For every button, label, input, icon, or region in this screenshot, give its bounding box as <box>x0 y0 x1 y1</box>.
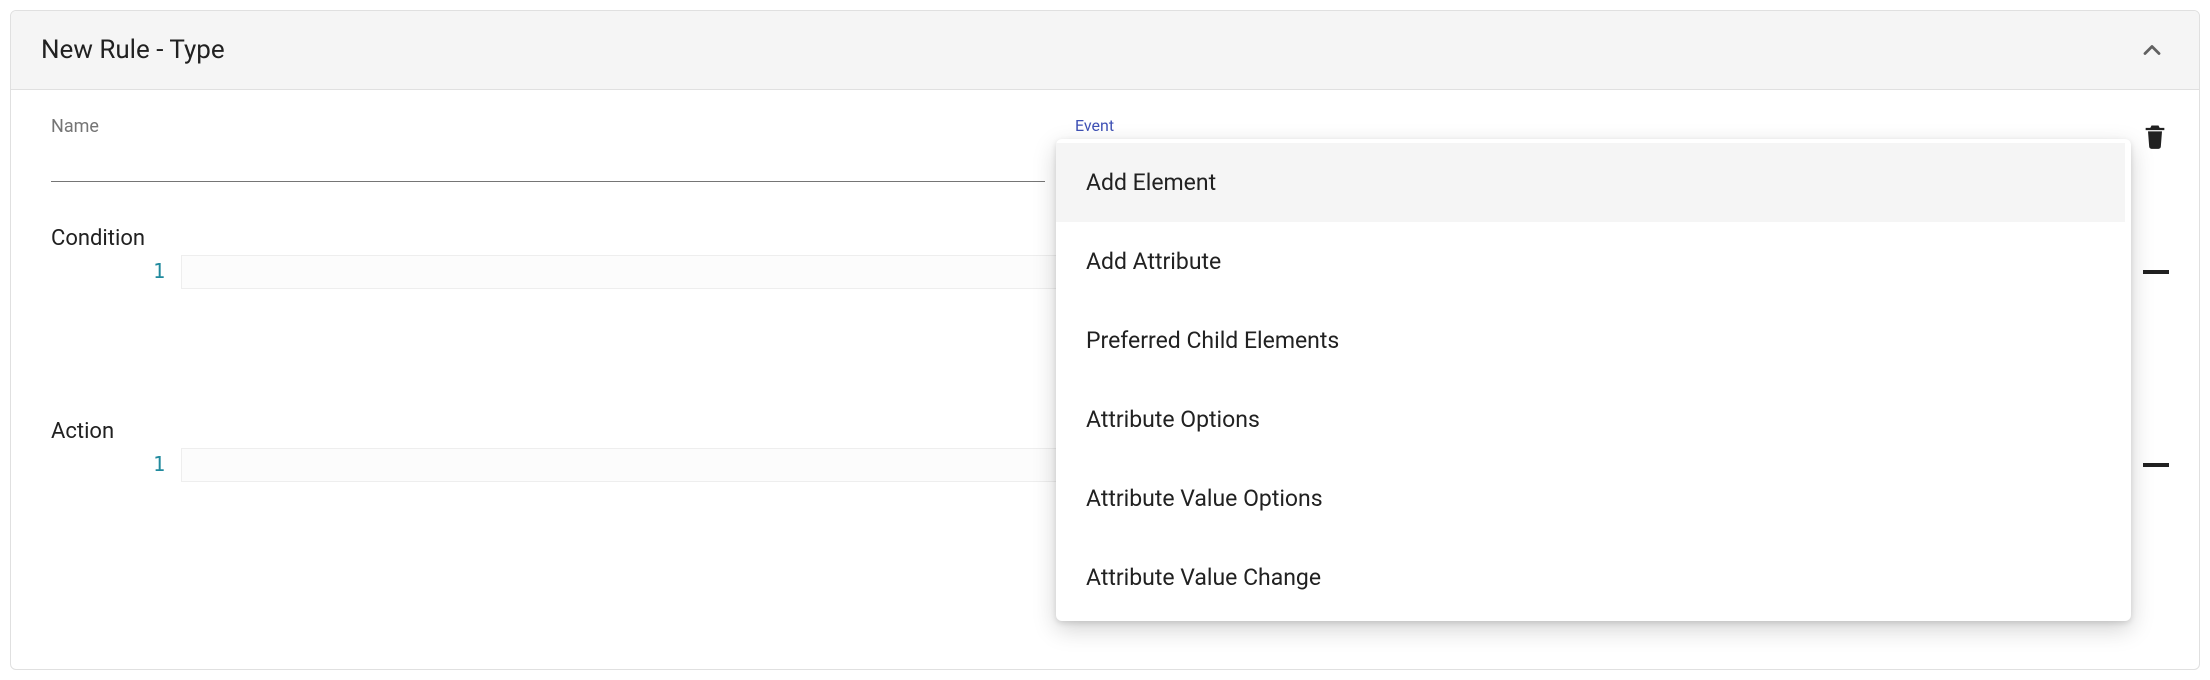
name-label: Name <box>51 116 1045 137</box>
condition-line-number: 1 <box>51 255 181 289</box>
card-title: New Rule - Type <box>41 35 225 65</box>
event-option[interactable]: Add Element <box>1056 143 2125 222</box>
event-option[interactable]: Attribute Options <box>1056 380 2125 459</box>
minus-icon <box>2143 270 2169 274</box>
event-option[interactable]: Preferred Child Elements <box>1056 301 2125 380</box>
event-label: Event <box>1075 116 2069 135</box>
minus-icon <box>2143 463 2169 467</box>
event-dropdown: Add ElementAdd AttributePreferred Child … <box>1056 139 2131 621</box>
event-option[interactable]: Attribute Value Options <box>1056 459 2125 538</box>
trash-icon[interactable] <box>2141 122 2169 150</box>
event-dropdown-list[interactable]: Add ElementAdd AttributePreferred Child … <box>1056 139 2125 621</box>
action-line-number: 1 <box>51 448 181 482</box>
collapse-icon[interactable] <box>2135 33 2169 67</box>
name-input[interactable] <box>51 139 1045 182</box>
event-option[interactable]: Attribute Value Change <box>1056 538 2125 617</box>
name-field: Name <box>51 110 1045 182</box>
rule-card: New Rule - Type Name Event Condition <box>10 10 2200 670</box>
card-header: New Rule - Type <box>11 11 2199 90</box>
event-option[interactable]: Add Attribute <box>1056 222 2125 301</box>
